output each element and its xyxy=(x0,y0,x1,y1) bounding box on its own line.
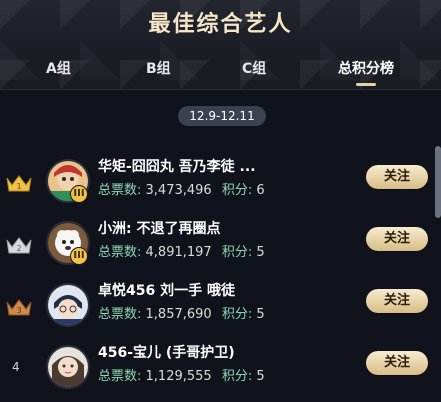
list-item: 2 III 小洲: 不退了再圈点 总票数: 4,891,197 积分: 5 关注 xyxy=(0,214,441,276)
follow-button[interactable]: 关注 xyxy=(366,227,428,251)
follow-button[interactable]: 关注 xyxy=(366,165,428,189)
artist-name: 卓悦456 刘一手 哦徒 xyxy=(98,283,235,299)
artist-stats: 总票数: 3,473,496 积分: 6 xyxy=(98,179,265,198)
artist-stats: 总票数: 1,857,690 积分: 5 xyxy=(98,303,265,322)
votes-label: 总票数: xyxy=(98,245,142,260)
points-label: 积分: xyxy=(221,183,253,198)
points-value: 5 xyxy=(256,307,265,322)
header-divider xyxy=(0,89,441,90)
svg-text:3: 3 xyxy=(16,306,21,315)
votes-value: 1,129,555 xyxy=(145,369,212,384)
list-item: 4 456-宝儿 (手哥护卫) 总票数: 1,129,555 积分: 5 关注 xyxy=(0,338,441,400)
points-value: 5 xyxy=(256,369,265,384)
artist-name: 小洲: 不退了再圈点 xyxy=(98,221,221,237)
rank-number: 4 xyxy=(12,360,20,374)
page-title: 最佳综合艺人 xyxy=(148,12,293,37)
tab-b-group[interactable]: B组 xyxy=(146,58,171,78)
svg-text:1: 1 xyxy=(16,182,21,191)
artist-name: 456-宝儿 (手哥护卫) xyxy=(98,345,235,361)
votes-label: 总票数: xyxy=(98,369,142,384)
silver-crown-icon: 2 xyxy=(6,237,32,254)
follow-button[interactable]: 关注 xyxy=(366,351,428,375)
artist-stats: 总票数: 1,129,555 积分: 5 xyxy=(98,365,265,384)
votes-label: 总票数: xyxy=(98,307,142,322)
artist-name: 华矩-囧囧丸 吾乃李徒 ... xyxy=(98,159,256,175)
avatar[interactable] xyxy=(46,283,90,327)
avatar[interactable] xyxy=(46,345,90,389)
tab-c-group[interactable]: C组 xyxy=(242,58,266,78)
points-label: 积分: xyxy=(221,307,253,322)
scrollbar[interactable] xyxy=(435,146,441,218)
points-label: 积分: xyxy=(221,369,253,384)
list-item: 3 卓悦456 刘一手 哦徒 总票数: 1,857,690 积分: 5 关注 xyxy=(0,276,441,338)
svg-text:2: 2 xyxy=(16,244,21,253)
level-badge: III xyxy=(70,247,88,265)
level-badge: III xyxy=(70,185,88,203)
votes-value: 1,857,690 xyxy=(145,307,212,322)
tab-total-ranking[interactable]: 总积分榜 xyxy=(338,58,394,78)
points-value: 6 xyxy=(256,183,265,198)
follow-button[interactable]: 关注 xyxy=(366,289,428,313)
points-label: 积分: xyxy=(221,245,253,260)
header-banner: 最佳综合艺人 A组 B组 C组 总积分榜 xyxy=(0,0,441,90)
list-item: 1 III 华矩-囧囧丸 吾乃李徒 ... 总票数: 3,473,496 积分:… xyxy=(0,152,441,214)
tab-a-group[interactable]: A组 xyxy=(46,58,71,78)
votes-value: 4,891,197 xyxy=(145,245,212,260)
artist-stats: 总票数: 4,891,197 积分: 5 xyxy=(98,241,265,260)
votes-label: 总票数: xyxy=(98,183,142,198)
gold-crown-icon: 1 xyxy=(6,175,32,192)
date-range-pill: 12.9-12.11 xyxy=(178,106,266,126)
votes-value: 3,473,496 xyxy=(145,183,212,198)
bronze-crown-icon: 3 xyxy=(6,299,32,316)
active-tab-indicator xyxy=(356,83,376,86)
points-value: 5 xyxy=(256,245,265,260)
